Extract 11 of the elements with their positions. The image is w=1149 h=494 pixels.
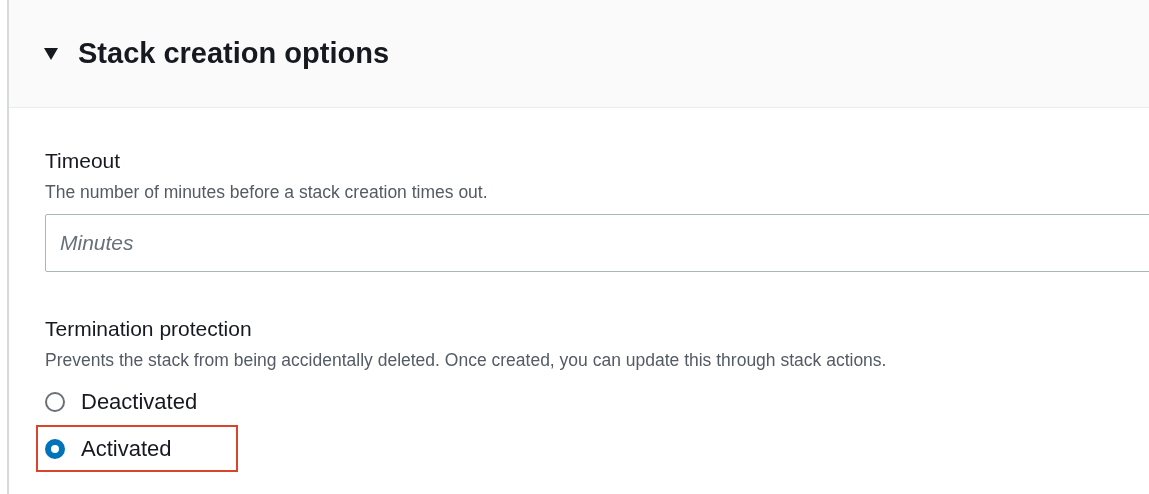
- radio-option[interactable]: Deactivated: [45, 388, 198, 415]
- radio-button[interactable]: [45, 438, 65, 459]
- field-description: The number of minutes before a stack creation times out.: [45, 181, 489, 204]
- radio-button[interactable]: [45, 391, 65, 412]
- timeout-input[interactable]: Minutes: [45, 214, 1149, 272]
- section-header[interactable]: Stack creation options: [9, 0, 1149, 108]
- field-label: Termination protection: [45, 316, 253, 342]
- section-title: Stack creation options: [78, 37, 389, 70]
- radio-option[interactable]: Activated: [45, 435, 172, 462]
- field-label: Timeout: [45, 148, 122, 174]
- field-description: Prevents the stack from being accidentally deleted. Once created, you can update this through stack actions.: [45, 349, 888, 372]
